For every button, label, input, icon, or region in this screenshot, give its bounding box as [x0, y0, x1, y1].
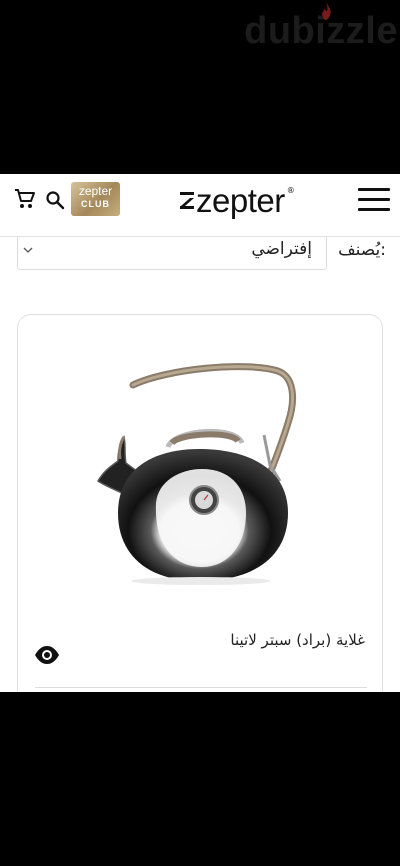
web-page: zepter ® zepter CLUB يُصنف: إفتراضي غلاي… — [0, 174, 400, 692]
sort-selected-value: إفتراضي — [251, 239, 312, 259]
site-header: zepter ® zepter CLUB — [0, 174, 400, 237]
shopping-cart-icon[interactable] — [14, 188, 36, 210]
sort-label: يُصنف: — [338, 240, 386, 260]
product-name[interactable]: غلاية (براد) سبتر لاتينا — [230, 631, 365, 649]
eye-icon[interactable] — [34, 645, 60, 665]
club-badge-bottom: CLUB — [81, 199, 110, 209]
card-divider — [35, 687, 367, 688]
product-image[interactable] — [96, 363, 306, 589]
hamburger-menu-icon[interactable] — [358, 188, 390, 212]
registered-mark: ® — [286, 186, 295, 195]
zepter-club-badge[interactable]: zepter CLUB — [71, 182, 120, 216]
sort-dropdown[interactable]: إفتراضي — [17, 236, 327, 270]
club-badge-top: zepter — [78, 184, 113, 198]
watermark-logo: dubizzle — [244, 10, 398, 52]
zepter-logo[interactable]: zepter ® — [180, 180, 302, 220]
logo-text: zepter — [196, 181, 285, 219]
chevron-down-icon — [23, 247, 33, 253]
search-icon[interactable] — [45, 190, 65, 210]
product-card[interactable]: غلاية (براد) سبتر لاتينا — [17, 314, 383, 692]
zepter-logo-mark-icon — [180, 192, 194, 209]
